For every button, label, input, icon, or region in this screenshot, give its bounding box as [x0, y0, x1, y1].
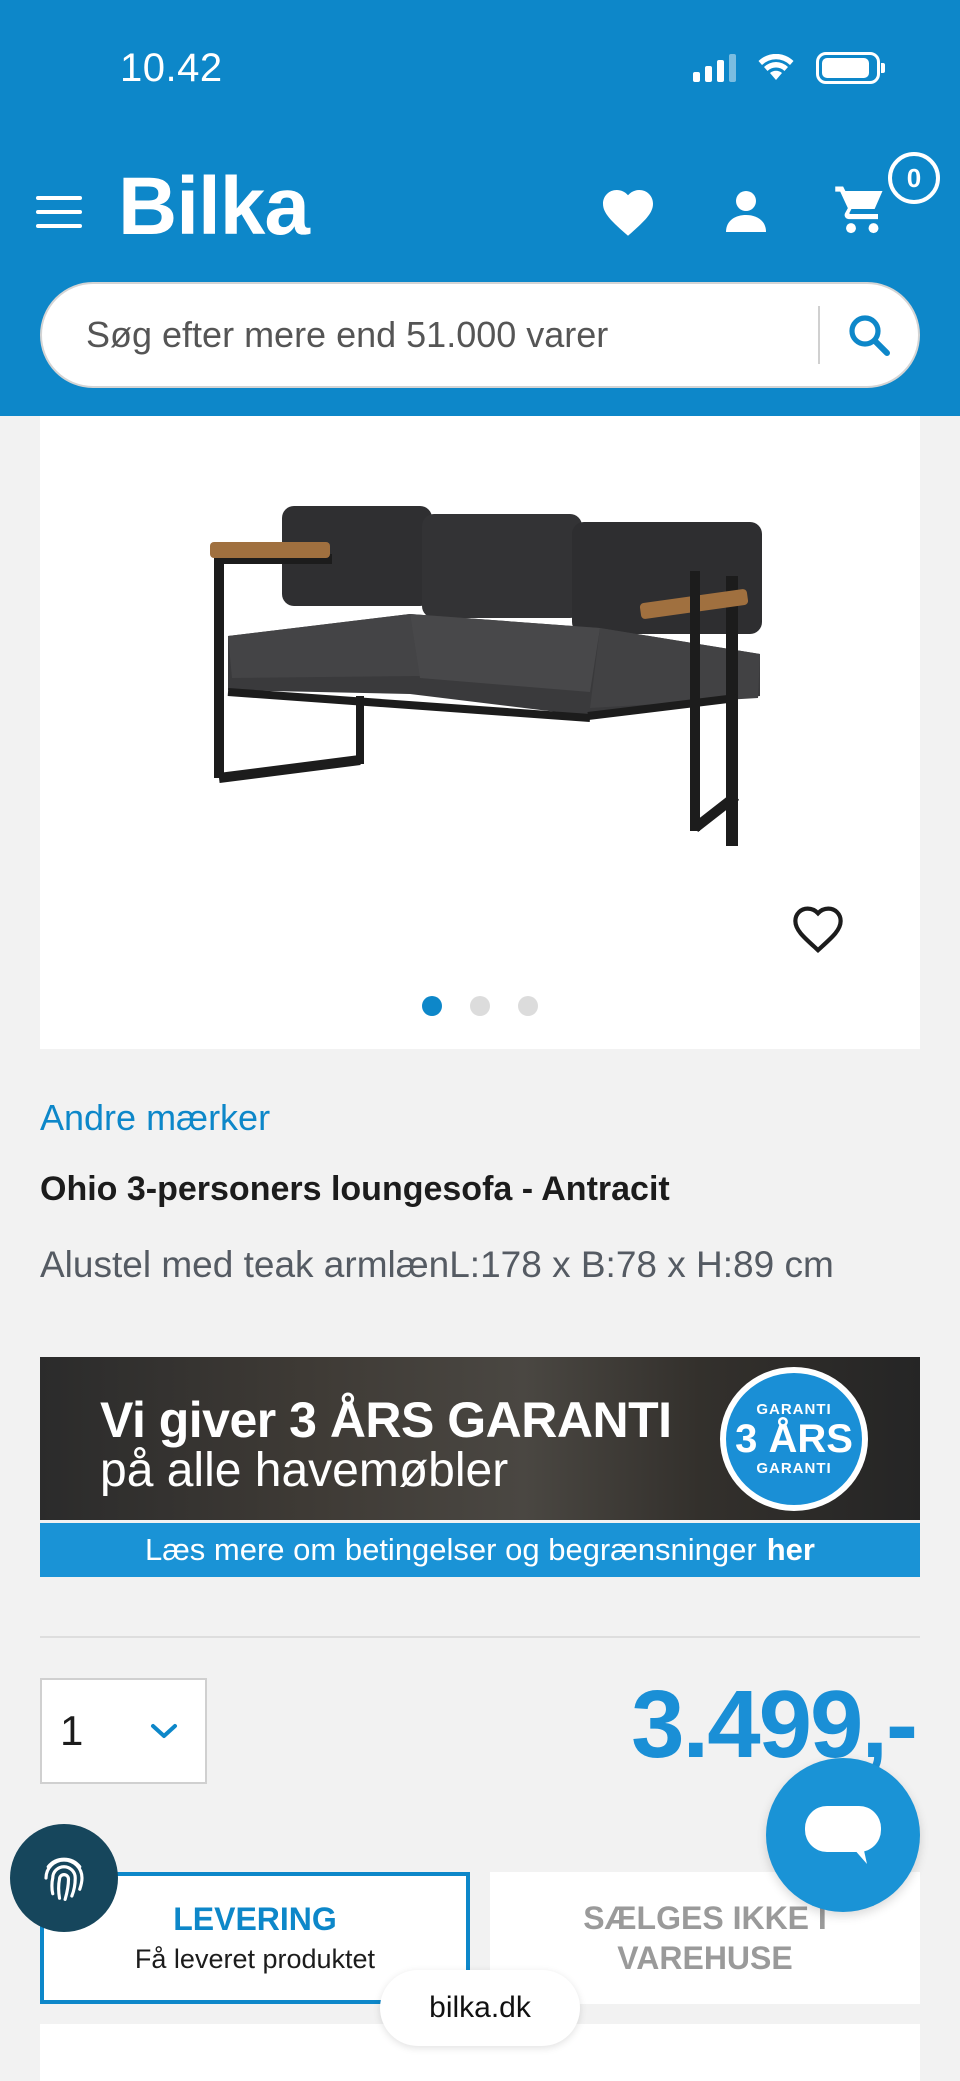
browser-url-pill[interactable]: bilka.dk	[380, 1970, 580, 2046]
banner-footer-text: Læs mere om betingelser og begrænsninger	[145, 1532, 757, 1567]
favorite-icon[interactable]	[790, 902, 846, 954]
banner-footer-link-text[interactable]: her	[767, 1532, 815, 1568]
warranty-banner[interactable]: Vi giver 3 ÅRS GARANTI på alle havemøble…	[40, 1357, 920, 1577]
menu-icon[interactable]	[36, 196, 82, 228]
tab-delivery-subtitle: Få leveret produktet	[134, 1944, 376, 1974]
warranty-seal: GARANTI 3 ÅRS GARANTI	[720, 1367, 868, 1511]
banner-footer-link[interactable]: Læs mere om betingelser og begrænsninger…	[40, 1523, 920, 1577]
product-brand-link[interactable]: Andre mærker	[40, 1097, 270, 1139]
banner-image: Vi giver 3 ÅRS GARANTI på alle havemøble…	[40, 1357, 920, 1520]
heart-icon[interactable]	[598, 182, 658, 238]
quantity-value: 1	[60, 1707, 84, 1754]
gallery-dot[interactable]	[470, 996, 490, 1016]
search-button[interactable]	[820, 284, 918, 386]
banner-subheadline: på alle havemøbler	[100, 1444, 509, 1497]
product-subtitle: Alustel med teak armlænL:178 x B:78 x H:…	[40, 1244, 834, 1285]
chat-button[interactable]	[766, 1758, 920, 1912]
status-icons	[693, 52, 885, 84]
banner-headline: Vi giver 3 ÅRS GARANTI	[100, 1392, 672, 1448]
cart-count-badge[interactable]: 0	[888, 152, 940, 204]
tab-not-in-stores-title: SÆLGES IKKE I VAREHUSE	[583, 1900, 827, 1976]
product-image	[210, 506, 762, 846]
chat-icon	[805, 1806, 881, 1864]
gallery-dots	[40, 996, 920, 1016]
product-title: Ohio 3-personers loungesofa - Antracit	[40, 1170, 670, 1208]
header: 10.42 Bilka 0	[0, 0, 960, 416]
gallery-dot[interactable]	[422, 996, 442, 1016]
bilka-logo[interactable]: Bilka	[118, 166, 310, 248]
divider	[40, 1636, 920, 1638]
seal-bottom-text: GARANTI	[756, 1460, 832, 1477]
fingerprint-button[interactable]	[10, 1824, 118, 1932]
search-bar	[40, 282, 920, 388]
fingerprint-icon	[44, 1857, 84, 1901]
quantity-select[interactable]: 1	[40, 1678, 207, 1784]
user-icon[interactable]	[722, 186, 770, 234]
wifi-icon	[758, 54, 794, 80]
tab-delivery-title: LEVERING	[173, 1901, 337, 1937]
signal-icon	[693, 54, 736, 82]
seal-main-text: 3 ÅRS	[735, 1417, 853, 1461]
search-input[interactable]	[42, 314, 818, 356]
product-image-gallery[interactable]	[40, 416, 920, 1049]
gallery-dot[interactable]	[518, 996, 538, 1016]
cart-icon[interactable]	[832, 182, 888, 236]
battery-icon	[816, 52, 885, 84]
search-icon	[849, 315, 890, 356]
status-time: 10.42	[120, 46, 223, 90]
chevron-down-icon	[151, 1724, 177, 1738]
seal-top-text: GARANTI	[756, 1401, 832, 1418]
